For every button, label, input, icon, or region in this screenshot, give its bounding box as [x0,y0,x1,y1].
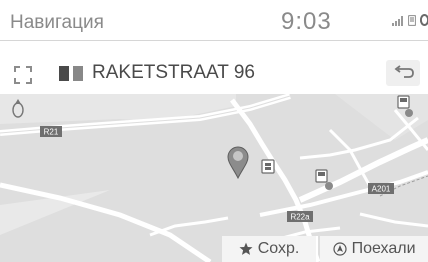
clock: 9:03 [281,8,332,35]
navigation-arrow-icon [332,242,347,256]
go-button[interactable]: Поехали [320,236,428,262]
signal-icon [392,16,403,26]
road-label-r21: R21 [40,126,62,137]
status-icons [392,14,428,26]
back-button[interactable] [386,60,420,86]
save-button-label: Сохр. [257,240,300,257]
back-arrow-icon [394,65,414,78]
navigation-screen: Навигация 9:03 RAKETSTRAAT 96 R21 A201 R… [0,0,428,262]
flag-icon [59,66,83,81]
poi-icon[interactable] [261,159,275,174]
star-icon [239,242,253,256]
road-label-r22a: R22a [287,211,313,222]
address-bar: RAKETSTRAAT 96 [0,57,428,91]
road-label-a201-text: A201 [372,185,391,194]
go-button-label: Поехали [351,240,416,257]
map-action-bar: Сохр. Поехали [222,236,428,262]
road-label-r21-text: R21 [44,128,59,137]
expand-icon[interactable] [13,65,33,85]
app-title: Навигация [10,12,104,33]
phone-icon [408,15,416,26]
road-label-r22a-text: R22a [290,213,310,222]
bluetooth-icon [420,14,428,26]
address-text: RAKETSTRAAT 96 [92,62,255,83]
road-label-a201: A201 [368,183,394,194]
compass-icon[interactable] [10,96,26,120]
status-bar: Навигация 9:03 [0,0,428,41]
save-button[interactable]: Сохр. [222,236,319,262]
